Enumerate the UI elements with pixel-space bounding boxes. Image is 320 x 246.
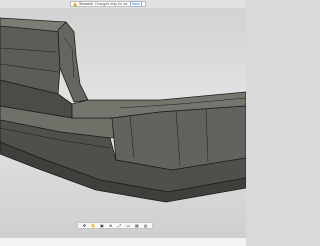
view-icon[interactable]: ▤: [143, 223, 148, 228]
camera-icon[interactable]: ▣: [99, 223, 104, 228]
unsaved-changes-notice: Showroll Changes may be los Save: [70, 1, 146, 7]
3d-viewport[interactable]: [0, 8, 246, 238]
fit-icon[interactable]: ⤢: [117, 223, 122, 228]
orbit-icon[interactable]: ✥: [82, 223, 87, 228]
app-frame: Showroll Changes may be los Save ✥ ✋ ▣ ⊕…: [0, 0, 246, 246]
zoom-icon[interactable]: ⊕: [108, 223, 113, 228]
save-button[interactable]: Save: [129, 1, 142, 7]
notice-message: Changes may be los: [94, 2, 128, 6]
navigation-toolbar: ✥ ✋ ▣ ⊕ ⤢ ▭ ▦ ▤: [77, 222, 153, 229]
warning-icon: [73, 2, 77, 6]
bottom-bar: [0, 238, 246, 246]
pan-icon[interactable]: ✋: [91, 223, 96, 228]
grid-icon[interactable]: ▦: [134, 223, 139, 228]
notice-title: Showroll: [79, 2, 93, 6]
display-icon[interactable]: ▭: [126, 223, 131, 228]
